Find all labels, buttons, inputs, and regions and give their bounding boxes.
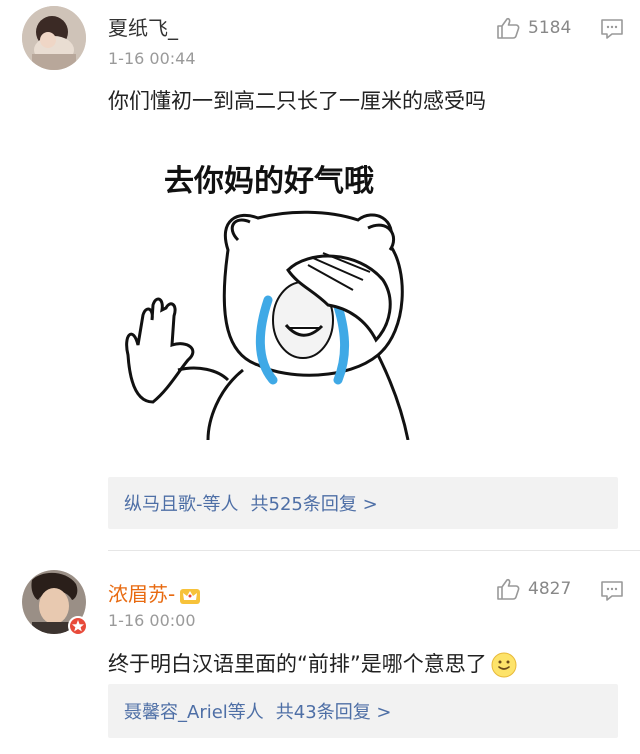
timestamp: 1-16 00:00 bbox=[108, 611, 196, 630]
reply-names: 纵马且歌-等人 bbox=[124, 494, 239, 515]
meme-caption: 去你妈的好气哦 bbox=[164, 164, 374, 199]
thumbs-up-icon bbox=[497, 578, 520, 600]
username-text: 浓眉苏- bbox=[108, 582, 176, 606]
reply-count: 共525条回复 > bbox=[250, 494, 378, 515]
comment-icon bbox=[601, 19, 623, 39]
thumbs-up-icon bbox=[497, 17, 520, 39]
verified-badge-icon bbox=[68, 616, 88, 636]
like-button[interactable]: 4827 bbox=[496, 578, 571, 600]
username[interactable]: 浓眉苏- bbox=[108, 578, 201, 607]
reply-count: 共43条回复 > bbox=[275, 702, 392, 723]
replies-summary[interactable]: 聂馨容_Ariel等人 共43条回复 > bbox=[108, 684, 618, 738]
like-button[interactable]: 5184 bbox=[496, 17, 571, 39]
reply-button[interactable] bbox=[600, 580, 624, 606]
comment-text: 你们懂初一到高二只长了一厘米的感受吗 bbox=[108, 89, 486, 113]
smile-emoji-icon bbox=[491, 652, 517, 678]
meme-image[interactable]: 去你妈的好气哦 bbox=[108, 140, 438, 440]
divider bbox=[108, 550, 640, 551]
replies-summary[interactable]: 纵马且歌-等人 共525条回复 > bbox=[108, 477, 618, 529]
like-count: 5184 bbox=[528, 18, 572, 38]
comment-icon bbox=[601, 581, 623, 601]
comment-item: 浓眉苏- 1-16 00:00 4827 终于明白汉语里面的“前排”是哪个意思了… bbox=[0, 556, 640, 754]
timestamp: 1-16 00:44 bbox=[108, 49, 196, 68]
like-count: 4827 bbox=[528, 579, 572, 599]
crown-badge-icon bbox=[180, 588, 201, 604]
reply-button[interactable] bbox=[600, 18, 624, 44]
comment-item: 夏纸飞_ 1-16 00:44 5184 你们懂初一到高二只长了一厘米的感受吗 bbox=[0, 0, 640, 548]
avatar[interactable] bbox=[22, 570, 88, 636]
avatar[interactable] bbox=[22, 6, 86, 70]
comment-text: 终于明白汉语里面的“前排”是哪个意思了 bbox=[108, 648, 517, 678]
reply-names: 聂馨容_Ariel等人 bbox=[124, 702, 264, 723]
comment-text-content: 终于明白汉语里面的“前排”是哪个意思了 bbox=[108, 652, 487, 676]
username[interactable]: 夏纸飞_ bbox=[108, 12, 178, 41]
